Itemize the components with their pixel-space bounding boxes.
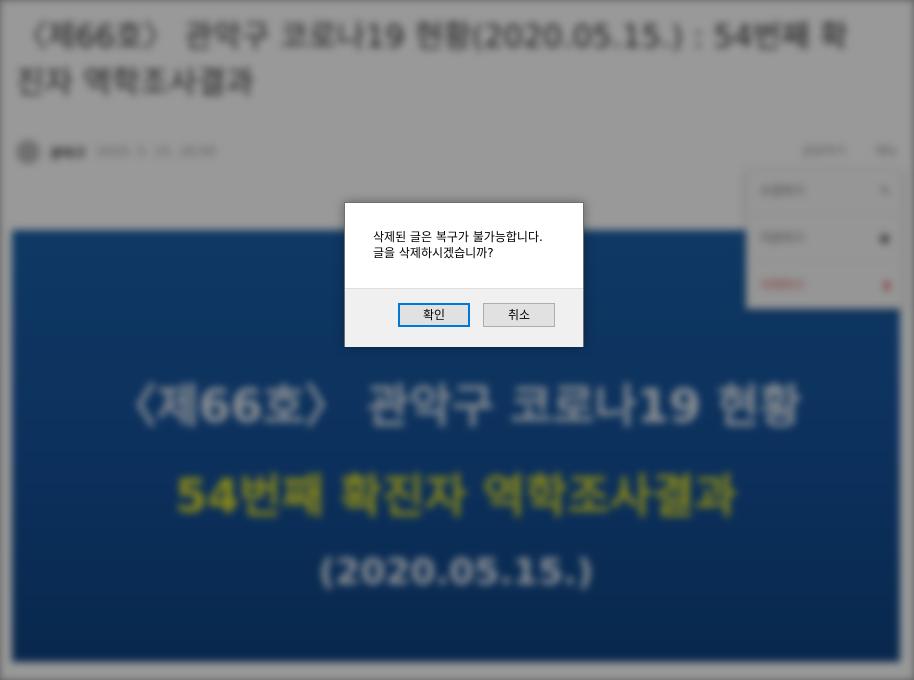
ok-button[interactable]: 확인: [398, 303, 470, 327]
confirm-delete-dialog: 삭제된 글은 복구가 불가능합니다. 글을 삭제하시겠습니까? 확인 취소: [344, 202, 584, 347]
dialog-body: 삭제된 글은 복구가 불가능합니다. 글을 삭제하시겠습니까?: [345, 203, 583, 288]
dialog-message-line-2: 글을 삭제하시겠습니까?: [373, 246, 494, 260]
dialog-message-line-1: 삭제된 글은 복구가 불가능합니다.: [373, 230, 543, 244]
dialog-footer: 확인 취소: [345, 288, 583, 347]
cancel-button[interactable]: 취소: [483, 303, 555, 327]
dialog-message: 삭제된 글은 복구가 불가능합니다. 글을 삭제하시겠습니까?: [373, 229, 573, 261]
